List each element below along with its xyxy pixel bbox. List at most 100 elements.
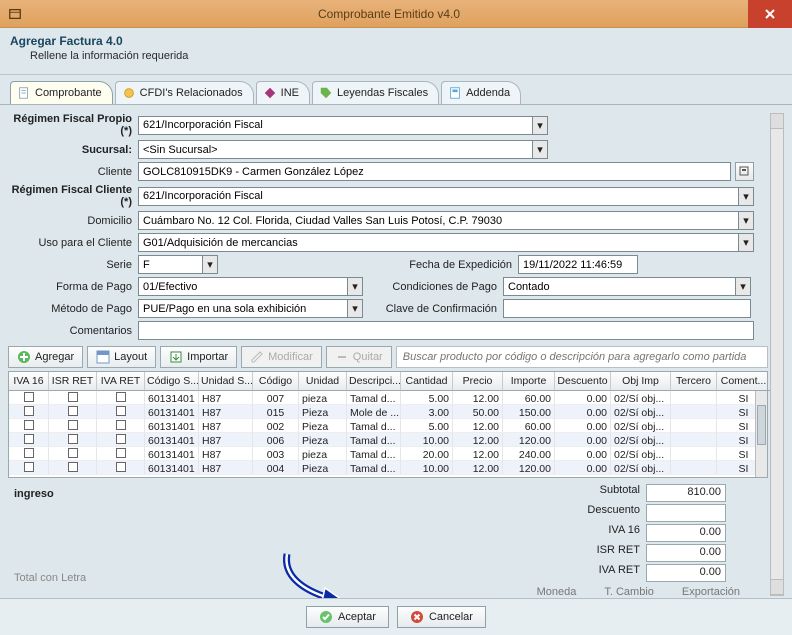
aceptar-button[interactable]: Aceptar [306,606,389,628]
grid-cell: Mole de ... [347,405,401,419]
uso-cliente-select[interactable] [138,233,754,252]
grid-cell: 02/Sí obj... [611,447,671,461]
search-product-input[interactable] [396,346,768,368]
col-coment[interactable]: Coment... [717,372,771,391]
cliente-input[interactable] [138,162,731,181]
grid-cell [97,405,145,419]
total-con-letra-label: Total con Letra [8,572,86,598]
table-row[interactable]: 60131401H87002PiezaTamal d...5.0012.0060… [9,419,767,433]
metodo-pago-select[interactable] [138,299,363,318]
grid-cell: 60131401 [145,405,199,419]
tab-label: Leyendas Fiscales [337,87,428,99]
grid-cell [97,461,145,475]
col-unidad[interactable]: Unidad [299,372,347,391]
import-icon [169,350,183,364]
grid-cell [49,447,97,461]
link-icon [122,86,136,100]
grid-scrollbar[interactable] [755,391,767,477]
col-isrret[interactable]: ISR RET [49,372,97,391]
grid-cell: 10.00 [401,433,453,447]
tab-leyendas[interactable]: Leyendas Fiscales [312,81,439,104]
table-row[interactable]: 60131401H87007piezaTamal d...5.0012.0060… [9,391,767,405]
regimen-propio-select[interactable] [138,116,548,135]
chevron-down-icon: ▾ [738,234,753,251]
clave-conf-input[interactable] [503,299,751,318]
tab-cfdis[interactable]: CFDI's Relacionados [115,81,254,104]
fecha-label: Fecha de Expedición [348,259,518,271]
close-icon [764,8,776,20]
table-row[interactable]: 60131401H87015PiezaMole de ...3.0050.001… [9,405,767,419]
titlebar: Comprobante Emitido v4.0 [0,0,792,28]
regimen-cliente-select[interactable] [138,187,754,206]
form-scrollbar[interactable] [770,113,784,596]
button-label: Modificar [268,351,313,363]
close-button[interactable] [748,0,792,28]
grid-cell: 02/Sí obj... [611,461,671,475]
ingreso-label: ingreso [10,484,54,582]
tab-comprobante[interactable]: Comprobante [10,81,113,104]
scrollbar-thumb[interactable] [757,405,766,445]
grid-cell: 60131401 [145,419,199,433]
col-descuento[interactable]: Descuento [555,372,611,391]
chevron-down-icon: ▾ [738,212,753,229]
plus-icon [17,350,31,364]
col-codsat[interactable]: Código S... [145,372,199,391]
agregar-button[interactable]: Agregar [8,346,83,368]
quitar-button: Quitar [326,346,392,368]
cond-pago-select[interactable] [503,277,751,296]
tab-label: CFDI's Relacionados [140,87,243,99]
serie-label: Serie [8,259,138,271]
col-objimp[interactable]: Obj Imp [611,372,671,391]
col-precio[interactable]: Precio [453,372,503,391]
col-usat[interactable]: Unidad S... [199,372,253,391]
col-cant[interactable]: Cantidad [401,372,453,391]
sucursal-select[interactable] [138,140,548,159]
grid-cell: 60131401 [145,461,199,475]
table-row[interactable]: 60131401H87004PiezaTamal d...10.0012.001… [9,461,767,475]
col-iva16[interactable]: IVA 16 [9,372,49,391]
isrret-value: 0.00 [646,544,726,562]
domicilio-select[interactable] [138,211,754,230]
grid-cell [49,433,97,447]
forma-pago-label: Forma de Pago [8,281,138,293]
iva16-value: 0.00 [646,524,726,542]
col-tercero[interactable]: Tercero [671,372,717,391]
importar-button[interactable]: Importar [160,346,237,368]
chevron-down-icon: ▾ [738,188,753,205]
col-codigo[interactable]: Código [253,372,299,391]
grid-cell: Tamal d... [347,419,401,433]
grid-cell: H87 [199,433,253,447]
layout-button[interactable]: Layout [87,346,156,368]
grid-cell: 150.00 [503,405,555,419]
grid-cell: Tamal d... [347,433,401,447]
grid-cell: 120.00 [503,433,555,447]
grid-cell [671,461,717,475]
grid-cell: 02/Sí obj... [611,419,671,433]
cancelar-button[interactable]: Cancelar [397,606,486,628]
tab-addenda[interactable]: Addenda [441,81,521,104]
grid-cell: H87 [199,461,253,475]
grid-cell: 60131401 [145,447,199,461]
grid-cell [671,433,717,447]
tag-icon [319,86,333,100]
chevron-down-icon: ▾ [347,300,362,317]
grid-cell: Pieza [299,433,347,447]
forma-pago-select[interactable] [138,277,363,296]
moneda-label: Moneda [537,586,577,598]
table-row[interactable]: 60131401H87003piezaTamal d...20.0012.002… [9,447,767,461]
button-label: Agregar [35,351,74,363]
comentarios-input[interactable] [138,321,754,340]
col-ivaret[interactable]: IVA RET [97,372,145,391]
tab-ine[interactable]: INE [256,81,310,104]
grid-cell: 12.00 [453,419,503,433]
table-row[interactable]: 60131401H87006PiezaTamal d...10.0012.001… [9,433,767,447]
cliente-lookup-button[interactable] [735,162,754,181]
cond-pago-label: Condiciones de Pago [363,281,503,293]
chevron-down-icon: ▾ [202,256,217,273]
col-importe[interactable]: Importe [503,372,555,391]
fecha-input[interactable] [518,255,638,274]
grid-cell: 12.00 [453,461,503,475]
grid-cell: 0.00 [555,405,611,419]
col-desc[interactable]: Descripci... [347,372,401,391]
chevron-down-icon: ▾ [347,278,362,295]
